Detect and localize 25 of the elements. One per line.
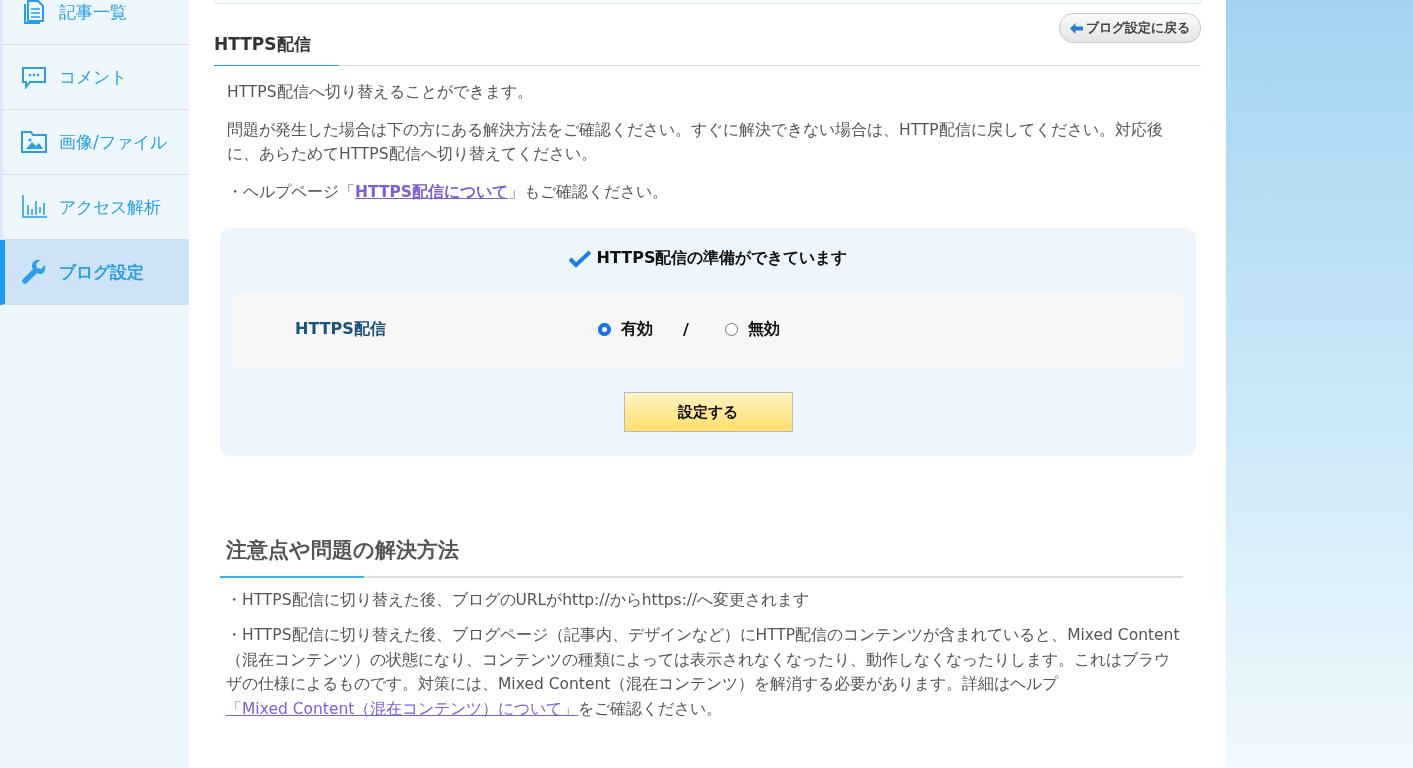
radio-label[interactable]: 有効 (621, 318, 653, 340)
submit-button[interactable]: 設定する (623, 392, 793, 433)
radio-button[interactable] (598, 322, 611, 336)
radio-button[interactable] (724, 322, 738, 336)
help-text: ・ヘルプページ「HTTPS配信について」もご確認ください。 (227, 182, 669, 204)
separator-text: / (683, 319, 689, 339)
help-link[interactable]: HTTPS配信について (355, 183, 508, 202)
page-heading: HTTPS配信 (214, 33, 311, 56)
description-text: 問題が発生した場合は下の方にある解決方法をご確認ください。すぐに解決できない場合は、HTTP配信に戻してください。対応後に、あらためてHTTPS配信へ切り替えてください。 (227, 120, 1164, 166)
checkmark-icon (568, 249, 591, 268)
speech-bubble-icon (21, 65, 47, 89)
arrow-left-icon (1070, 22, 1083, 34)
back-button[interactable]: ブログ設定に戻る (1059, 13, 1201, 43)
section-heading: 注意点や問題の解決方法 (226, 537, 460, 565)
help-link[interactable]: 「Mixed Content（混在コンテンツ）について」 (226, 700, 579, 719)
bar-chart-icon (21, 195, 47, 219)
note-text: ・HTTPS配信に切り替えた後、ブログのURLがhttp://からhttps://へ変更されます (225, 590, 811, 612)
setting-label: HTTPS配信 (294, 318, 387, 340)
wrench-icon (21, 259, 47, 285)
note-text: ・HTTPS配信に切り替えた後、ブログページ（記事内、デザインなど）にHTTP配信のコンテンツが含まれていると、Mixed Content（混在コンテンツ）の状態になり、コンテンツの種類によっては表示されなくなったり、動作しなくなったりします。これはブラウザの仕様によるものです。対策には、Mixed Content（混在コンテンツ）を解消する必要があります。詳細はヘルプ 「Mixed Content（混在コンテンツ）について」をご確認ください。 (225, 624, 1181, 721)
description-text: HTTPS配信へ切り替えることができます。 (227, 82, 534, 103)
document-icon (21, 0, 47, 25)
radio-label[interactable]: 無効 (747, 318, 780, 340)
status-text: HTTPS配信の準備ができています (596, 248, 848, 270)
image-icon (21, 131, 47, 153)
